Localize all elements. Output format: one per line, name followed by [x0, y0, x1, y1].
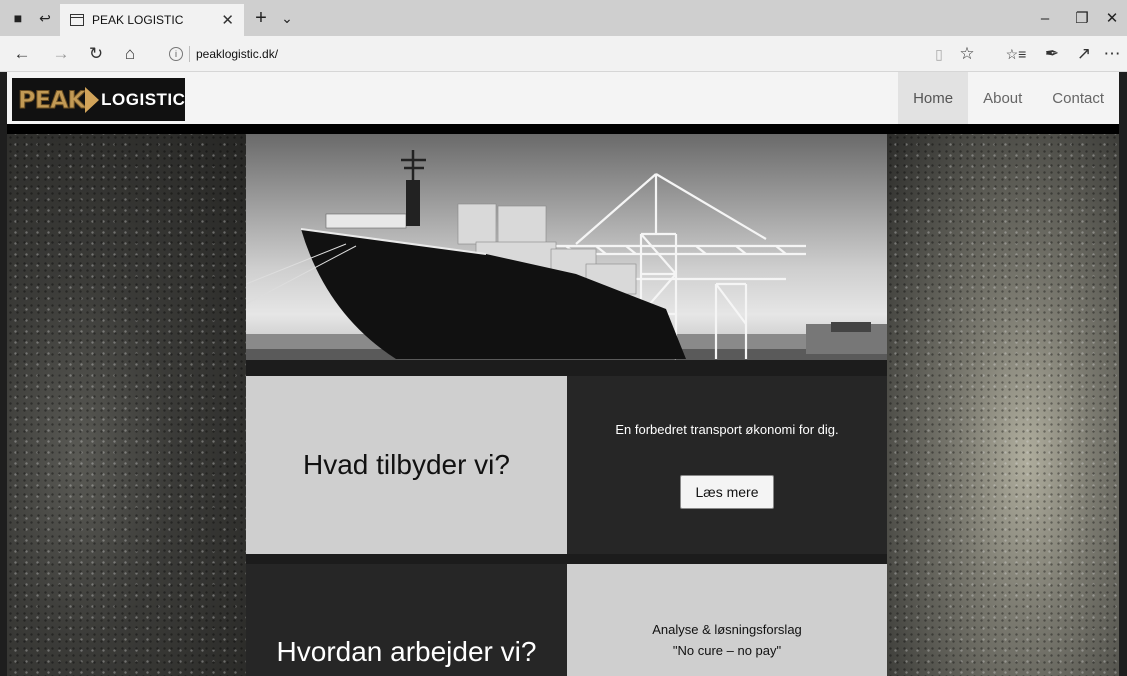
nav-about[interactable]: About — [968, 72, 1037, 124]
website: PEAK LOGISTIC Home About Contact Hvad ti… — [7, 72, 1119, 676]
background-asphalt-left — [7, 134, 246, 676]
back-icon[interactable]: ← — [8, 36, 36, 72]
favorites-list-icon[interactable]: ☆≡ — [1002, 36, 1030, 72]
url-text: peaklogistic.dk/ — [196, 47, 279, 61]
reading-view-icon[interactable]: ▯ — [925, 36, 953, 72]
work-line-no-cure: "No cure – no pay" — [672, 643, 782, 658]
page-icon — [70, 14, 84, 26]
favorite-star-icon[interactable]: ☆ — [953, 36, 981, 72]
tab-actions-icon[interactable]: ■ — [8, 0, 28, 36]
offer-info-panel: En forbedret transport økonomi for dig. … — [567, 376, 887, 554]
header-divider — [7, 124, 1119, 134]
restore-icon[interactable]: ❐ — [1062, 0, 1102, 36]
share-icon[interactable]: ↗ — [1070, 36, 1098, 72]
minimize-icon[interactable]: – — [1025, 0, 1065, 36]
nav-contact[interactable]: Contact — [1037, 72, 1119, 124]
chevron-down-icon[interactable]: ⌄ — [276, 0, 298, 36]
work-line-analysis: Analyse & løsningsforslag — [652, 622, 802, 637]
peak-logistic-logo[interactable]: PEAK LOGISTIC — [12, 78, 185, 121]
nav-home[interactable]: Home — [898, 72, 969, 124]
address-bar[interactable]: i peaklogistic.dk/ — [161, 42, 889, 66]
site-nav: Home About Contact — [898, 72, 1119, 124]
work-heading-panel: Hvordan arbejder vi? — [246, 564, 567, 676]
tab-peak-logistic[interactable]: PEAK LOGISTIC ✕ — [60, 4, 244, 36]
tab-title: PEAK LOGISTIC — [92, 13, 184, 27]
window-close-icon[interactable]: ✕ — [1097, 0, 1127, 36]
new-tab-icon[interactable]: + — [250, 0, 272, 36]
work-heading: Hvordan arbejder vi? — [276, 636, 537, 667]
more-icon[interactable]: ⋯ — [1098, 36, 1126, 72]
site-header: PEAK LOGISTIC Home About Contact — [7, 72, 1119, 124]
home-icon[interactable]: ⌂ — [116, 36, 144, 72]
refresh-icon[interactable]: ↻ — [82, 36, 110, 72]
background-asphalt-right — [887, 134, 1119, 676]
pen-icon[interactable]: ✒ — [1038, 36, 1066, 72]
work-info-panel: Analyse & løsningsforslag "No cure – no … — [567, 564, 887, 676]
offer-text: En forbedret transport økonomi for dig. — [615, 421, 839, 437]
read-more-button[interactable]: Læs mere — [680, 474, 774, 509]
close-icon[interactable]: ✕ — [221, 11, 234, 29]
offer-heading: Hvad tilbyder vi? — [303, 449, 510, 480]
browser-nav-bar: ← → ↻ ⌂ i peaklogistic.dk/ ▯ ☆ ☆≡ ✒ ↗ ⋯ — [0, 36, 1127, 72]
forward-icon[interactable]: → — [47, 36, 75, 72]
browser-tab-bar: ■ ↩ PEAK LOGISTIC ✕ + ⌄ – ❐ ✕ — [0, 0, 1127, 36]
hero-ship-image — [246, 134, 887, 360]
info-icon[interactable]: i — [169, 47, 183, 61]
offer-heading-panel: Hvad tilbyder vi? — [246, 376, 567, 554]
set-aside-tabs-icon[interactable]: ↩ — [34, 0, 56, 36]
